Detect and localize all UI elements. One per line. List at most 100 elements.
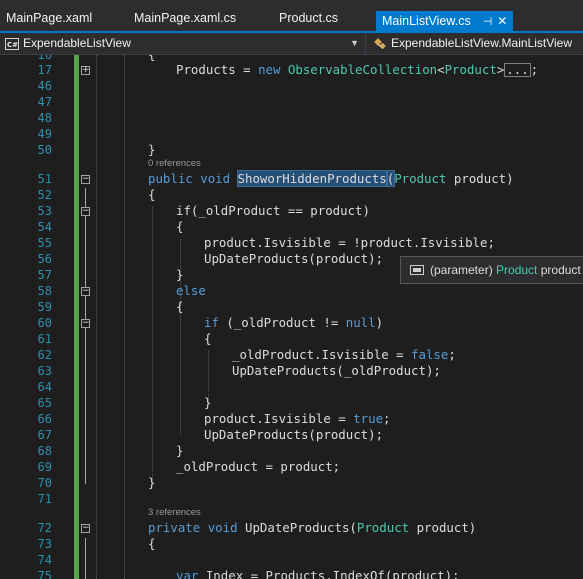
collapse-icon[interactable]: − [81,319,90,328]
code-line: 74 [0,552,583,568]
code-line: 73 { [0,536,583,552]
code-line: 65 } [0,395,583,411]
line-number: 67 [37,428,52,442]
collapsed-block[interactable]: ... [504,63,531,77]
close-icon[interactable]: ✕ [497,14,507,28]
line-number: 50 [37,143,52,157]
codelens-references[interactable]: 3 references [148,507,201,519]
code-line: 52 { [0,187,583,203]
line-number: 59 [37,300,52,314]
code-line: 59 { [0,299,583,315]
code-text: } [176,267,184,282]
code-text: _oldProduct.Isvisible = false; [232,347,456,362]
code-text: } [204,395,212,410]
line-number: 52 [37,188,52,202]
code-text: UpDateProducts(product); [204,251,384,266]
line-number: 61 [37,332,52,346]
code-line: 49 [0,126,583,142]
class-dropdown[interactable]: ExpendableListView.MainListView [367,33,583,54]
tooltip-name: product [540,263,581,277]
code-line: 68 } [0,443,583,459]
collapse-icon[interactable]: − [81,287,90,296]
line-number: 54 [37,220,52,234]
expand-icon[interactable]: + [81,66,90,75]
tab-mainpage-xaml-cs[interactable]: MainPage.xaml.cs [128,7,242,29]
code-text: } [176,443,184,458]
pin-icon[interactable]: ⊣ [483,16,493,28]
code-line: 55 product.Isvisible = !product.Isvisibl… [0,235,583,251]
line-number: 64 [37,380,52,394]
tab-mainpage-xaml[interactable]: MainPage.xaml [0,7,98,29]
line-number: 56 [37,252,52,266]
code-line: 53 − if(_oldProduct == product) [0,203,583,219]
code-text: UpDateProducts(_oldProduct); [232,363,441,378]
collapse-icon[interactable]: − [81,207,90,216]
line-number: 75 [37,569,52,579]
code-text: { [176,219,184,234]
svg-text:C#: C# [7,41,18,49]
tab-label: MainPage.xaml.cs [134,11,237,25]
line-number: 72 [37,521,52,535]
code-line: 58 − else [0,283,583,299]
highlighted-identifier: ShoworHiddenProducts [236,170,388,187]
code-line: 63 UpDateProducts(_oldProduct); [0,363,583,379]
code-line: 72 − private void UpDateProducts(Product… [0,520,583,536]
code-line: 64 [0,379,583,395]
document-tab-bar: MainPage.xaml MainPage.xaml.cs Product.c… [0,0,583,33]
tab-label: Product.cs [279,11,339,25]
code-line: 60 − if (_oldProduct != null) [0,315,583,331]
code-line: 46 [0,78,583,94]
code-text: } [148,142,156,157]
codelens-references[interactable]: 0 references [148,158,201,170]
tab-mainlistview-cs[interactable]: MainListView.cs ⊣ ✕ [376,11,514,32]
line-number: 66 [37,412,52,426]
line-number: 57 [37,268,52,282]
code-editor[interactable]: 16 { 17 + Products = new ObservableColle… [0,55,583,579]
code-line: 54 { [0,219,583,235]
code-text: Products = new ObservableCollection<Prod… [176,62,539,77]
tab-label: MainPage.xaml [6,11,93,25]
project-name: ExpendableListView [23,36,131,50]
line-number: 74 [37,553,52,567]
code-text: { [204,331,212,346]
tooltip-type: Product [496,263,538,277]
project-dropdown[interactable]: C# ExpendableListView ▼ [0,33,366,54]
csharp-project-icon: C# [5,37,19,50]
code-text: else [176,283,206,298]
line-number: 47 [37,95,52,109]
code-line: 61 { [0,331,583,347]
code-text: product.Isvisible = !product.Isvisible; [204,235,495,250]
code-text: { [176,299,184,314]
line-number: 62 [37,348,52,362]
code-text: { [148,536,156,551]
collapse-icon[interactable]: − [81,524,90,533]
line-number: 58 [37,284,52,298]
class-name: ExpendableListView.MainListView [391,36,573,50]
code-text: if(_oldProduct == product) [176,203,370,218]
line-number: 70 [37,476,52,490]
code-line: 75 var Index = Products.IndexOf(product)… [0,568,583,579]
collapse-icon[interactable]: − [81,175,90,184]
navigation-bar: C# ExpendableListView ▼ ExpendableListVi… [0,33,583,55]
code-text: if (_oldProduct != null) [204,315,384,330]
code-text: { [148,187,156,202]
tab-product-cs[interactable]: Product.cs [273,7,344,29]
tooltip-kind: (parameter) [430,263,493,277]
quick-info-tooltip: (parameter) Product product [400,256,583,284]
line-number: 68 [37,444,52,458]
line-number: 73 [37,537,52,551]
line-number: 69 [37,460,52,474]
code-text: product.Isvisible = true; [204,411,391,426]
code-text: public void ShoworHiddenProducts(Product… [148,170,514,187]
class-icon [374,38,386,50]
code-line: 51 − public void ShoworHiddenProducts(Pr… [0,170,583,187]
line-number: 71 [37,492,52,506]
code-text: private void UpDateProducts(Product prod… [148,520,477,535]
line-number: 55 [37,236,52,250]
tab-label: MainListView.cs [382,14,471,28]
code-line: 17 + Products = new ObservableCollection… [0,62,583,78]
chevron-down-icon[interactable]: ▼ [350,33,359,54]
line-number: 60 [37,316,52,330]
code-text: } [148,475,156,490]
line-number: 46 [37,79,52,93]
